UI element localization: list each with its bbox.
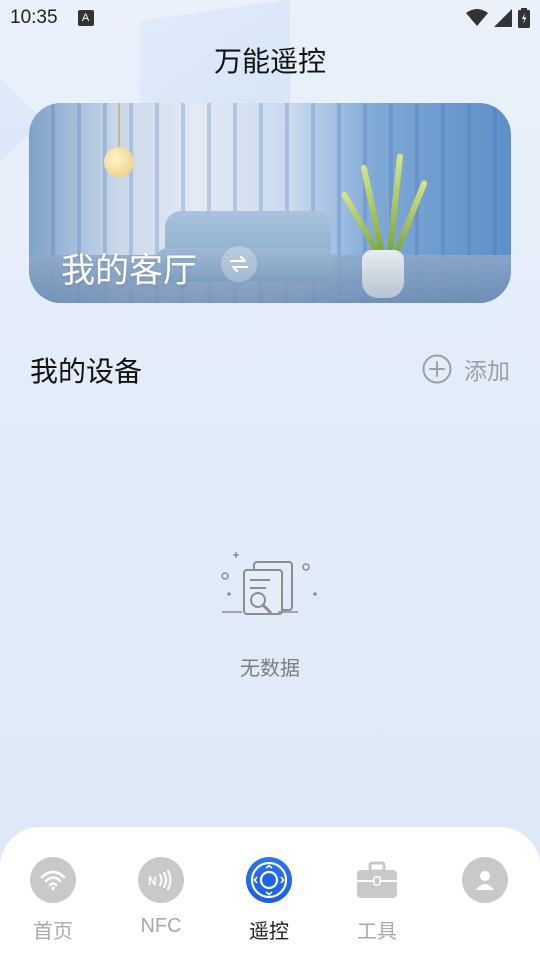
nav-label-remote: 遥控: [249, 919, 289, 943]
empty-document-icon: [221, 552, 317, 615]
switch-room-button[interactable]: [221, 246, 257, 282]
user-icon: [462, 857, 508, 903]
wifi-icon: [30, 857, 76, 903]
notification-icon: A: [77, 10, 94, 26]
bottom-nav: 首页 N NFC 遥控 工具: [0, 827, 540, 960]
nav-item-profile[interactable]: [440, 857, 530, 903]
lamp-cord: [118, 103, 120, 153]
nav-item-nfc[interactable]: N NFC: [116, 857, 206, 938]
section-title-my-devices: 我的设备: [30, 355, 143, 388]
toolbox-icon: [354, 857, 400, 903]
svg-text:N: N: [148, 874, 157, 888]
swap-arrows-icon: [230, 256, 248, 272]
nav-item-remote[interactable]: 遥控: [224, 857, 314, 944]
battery-icon: [518, 8, 530, 28]
cell-signal-icon: [494, 9, 512, 27]
plus-circle-icon: [422, 354, 452, 384]
nav-label-tools: 工具: [357, 919, 397, 943]
status-time: 10:35: [10, 7, 58, 28]
room-banner[interactable]: 我的客厅: [29, 103, 511, 303]
nav-item-tools[interactable]: 工具: [332, 857, 422, 944]
lamp-image: [104, 147, 134, 177]
nav-item-home[interactable]: 首页: [8, 857, 98, 944]
nav-label-home: 首页: [33, 919, 73, 943]
remote-dpad-icon: [246, 857, 292, 903]
room-name: 我的客厅: [61, 251, 197, 291]
nfc-icon: N: [138, 857, 184, 903]
page-title: 万能遥控: [213, 45, 326, 78]
empty-state-text: 无数据: [240, 656, 300, 680]
plant-pot-image: [362, 250, 404, 298]
nav-label-nfc: NFC: [140, 915, 182, 937]
add-label: 添加: [464, 359, 510, 385]
wifi-signal-icon: [466, 9, 488, 26]
status-icons: [466, 8, 530, 28]
status-bar: 10:35 A: [0, 0, 540, 36]
add-device-button[interactable]: 添加: [422, 352, 510, 386]
